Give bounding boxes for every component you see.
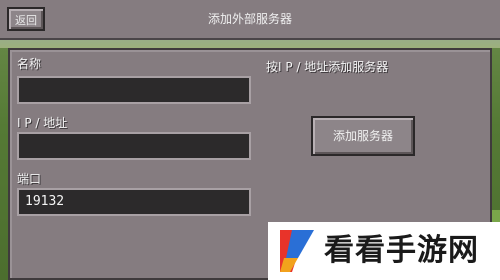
name-label: 名称 [17,57,42,71]
add-server-button[interactable]: 添加服务器 [311,116,415,156]
name-input[interactable] [17,76,251,104]
watermark-text: 看看手游网 [324,233,479,268]
port-label: 端口 [17,172,42,186]
back-button[interactable]: 返回 [7,7,45,31]
header-bar: 返回 添加外部服务器 [0,0,500,40]
ip-label: I P / 地址 [17,116,68,130]
watermark: 看看手游网 [268,222,500,280]
ip-input[interactable] [17,132,251,160]
port-input[interactable]: 19132 [17,188,251,216]
watermark-logo-icon [280,230,314,272]
add-server-hint: 按I P / 地址添加服务器 [266,60,389,74]
game-screen: 返回 添加外部服务器 名称 I P / 地址 端口 19132 按I P / 地… [0,0,500,280]
page-title: 添加外部服务器 [207,12,292,26]
